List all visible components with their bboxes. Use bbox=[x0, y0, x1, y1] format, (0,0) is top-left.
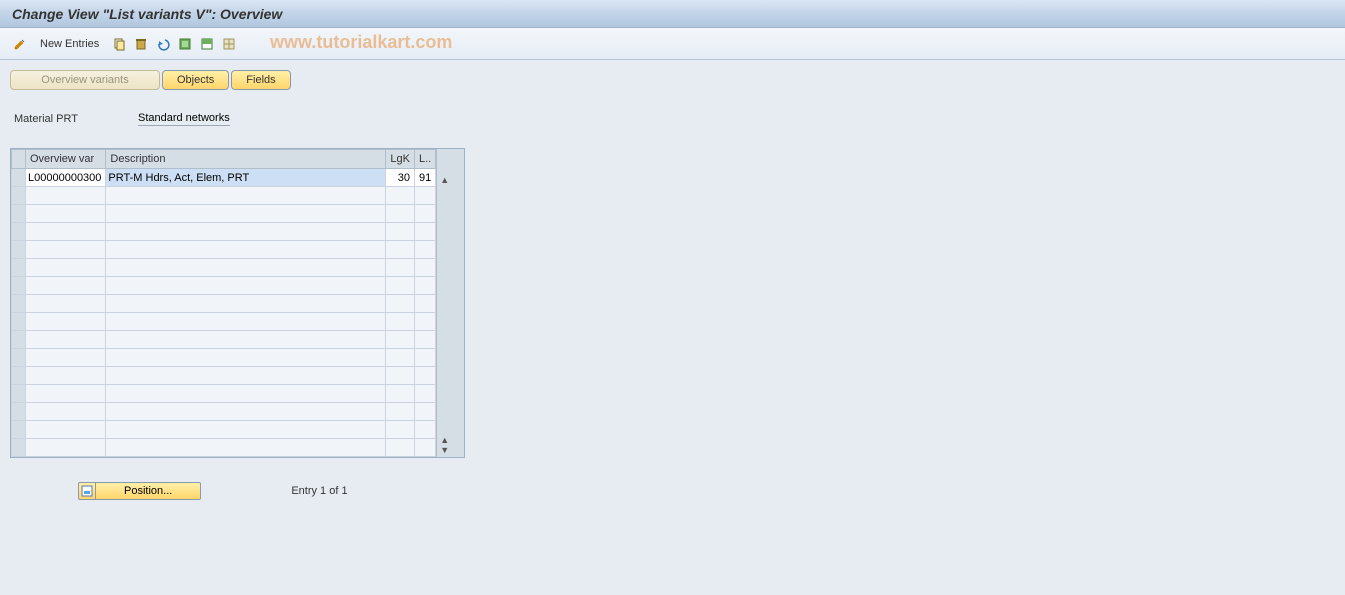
tab-overview-variants: Overview variants bbox=[10, 70, 160, 90]
table-grid: Overview var Description LgK L.. L000000… bbox=[10, 148, 465, 458]
table-row[interactable] bbox=[12, 223, 436, 241]
material-prt-value: Standard networks bbox=[138, 112, 230, 126]
cell-overview-var[interactable]: L00000000300 bbox=[26, 169, 106, 187]
table-row[interactable] bbox=[12, 259, 436, 277]
page-title: Change View "List variants V": Overview bbox=[12, 6, 282, 22]
table-row[interactable] bbox=[12, 295, 436, 313]
table-row[interactable] bbox=[12, 367, 436, 385]
scroll-up-icon[interactable]: ▲ bbox=[440, 175, 449, 185]
table-row[interactable] bbox=[12, 241, 436, 259]
delete-icon[interactable] bbox=[131, 34, 151, 54]
scroll-down-icon[interactable]: ▼ bbox=[440, 445, 449, 455]
tab-row: Overview variants Objects Fields bbox=[10, 70, 1335, 90]
table-row[interactable] bbox=[12, 439, 436, 457]
entry-count-text: Entry 1 of 1 bbox=[291, 485, 347, 497]
table-row[interactable] bbox=[12, 277, 436, 295]
cell-lgk[interactable]: 30 bbox=[386, 169, 415, 187]
table-row[interactable] bbox=[12, 421, 436, 439]
table-row[interactable] bbox=[12, 331, 436, 349]
position-button-label: Position... bbox=[96, 482, 201, 500]
table-row[interactable] bbox=[12, 385, 436, 403]
tab-objects[interactable]: Objects bbox=[162, 70, 229, 90]
title-bar: Change View "List variants V": Overview bbox=[0, 0, 1345, 28]
info-line: Material PRT Standard networks bbox=[14, 112, 1335, 126]
select-all-header[interactable] bbox=[12, 150, 26, 169]
copy-as-icon[interactable] bbox=[109, 34, 129, 54]
deselect-all-icon[interactable] bbox=[219, 34, 239, 54]
content-area: Overview variants Objects Fields Materia… bbox=[0, 60, 1345, 510]
cell-l[interactable]: 91 bbox=[415, 169, 436, 187]
cell-description[interactable]: PRT-M Hdrs, Act, Elem, PRT bbox=[106, 169, 386, 187]
tab-fields[interactable]: Fields bbox=[231, 70, 290, 90]
scroll-down-up-icon[interactable]: ▲ bbox=[440, 435, 449, 445]
table-row[interactable] bbox=[12, 349, 436, 367]
col-lgk[interactable]: LgK bbox=[386, 150, 415, 169]
row-selector[interactable] bbox=[12, 169, 26, 187]
material-prt-label: Material PRT bbox=[14, 113, 78, 125]
table-row[interactable] bbox=[12, 313, 436, 331]
select-block-icon[interactable] bbox=[197, 34, 217, 54]
watermark-text: www.tutorialkart.com bbox=[270, 32, 452, 53]
col-description[interactable]: Description bbox=[106, 150, 386, 169]
position-icon bbox=[78, 482, 96, 500]
table-row[interactable] bbox=[12, 187, 436, 205]
table-row[interactable] bbox=[12, 403, 436, 421]
new-entries-button[interactable]: New Entries bbox=[32, 38, 107, 50]
scrollbar[interactable]: ▲ ▲ ▼ bbox=[436, 149, 452, 457]
position-button[interactable]: Position... bbox=[78, 482, 201, 500]
select-all-icon[interactable] bbox=[175, 34, 195, 54]
col-overview-var[interactable]: Overview var bbox=[26, 150, 106, 169]
undo-change-icon[interactable] bbox=[153, 34, 173, 54]
col-l[interactable]: L.. bbox=[415, 150, 436, 169]
table-row[interactable]: L00000000300 PRT-M Hdrs, Act, Elem, PRT … bbox=[12, 169, 436, 187]
toolbar: New Entries www.tutorialkart.com bbox=[0, 28, 1345, 60]
toggle-display-change-icon[interactable] bbox=[10, 34, 30, 54]
table-row[interactable] bbox=[12, 205, 436, 223]
footer-row: Position... Entry 1 of 1 bbox=[78, 482, 1335, 500]
